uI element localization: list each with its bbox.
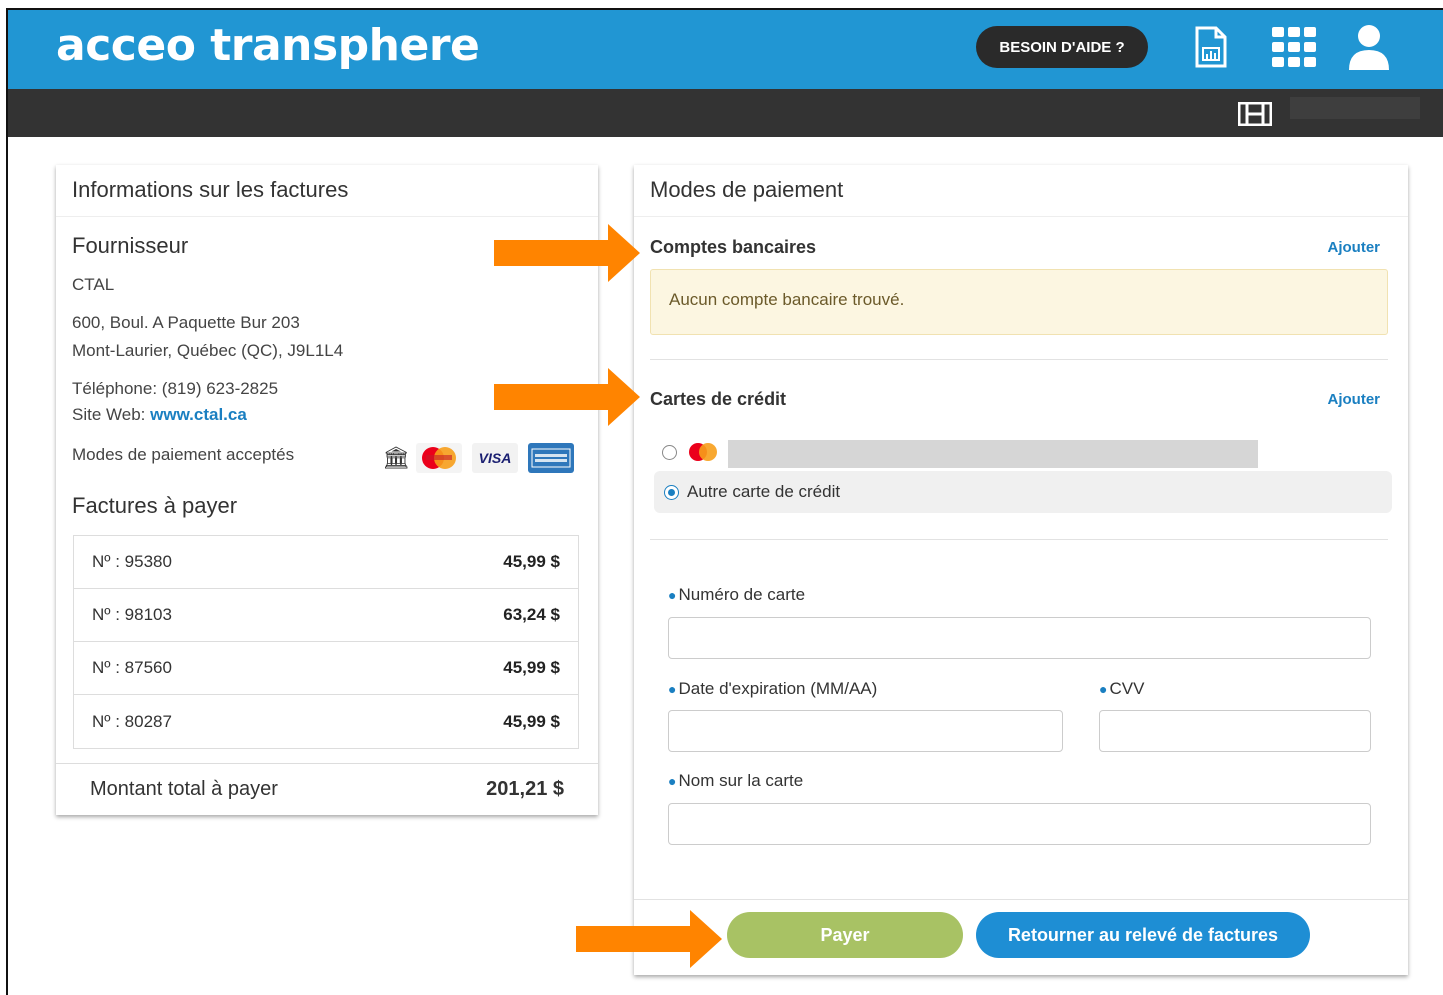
redacted-area [1290, 97, 1420, 119]
credit-cards-heading: Cartes de crédit [650, 389, 787, 409]
other-card-option[interactable]: Autre carte de crédit [654, 471, 1392, 513]
mastercard-icon [416, 443, 462, 473]
arrow-right-icon [576, 910, 722, 968]
divider [650, 539, 1388, 540]
invoice-row: Nº : 80287 45,99 $ [74, 695, 578, 748]
apps-grid-icon[interactable] [1272, 22, 1316, 72]
payment-methods-panel: Modes de paiement Comptes bancaires Ajou… [634, 165, 1408, 975]
card-number-input[interactable] [668, 617, 1371, 659]
bank-accounts-heading: Comptes bancaires [650, 237, 817, 257]
invoice-row: Nº : 87560 45,99 $ [74, 642, 578, 695]
add-credit-card-link[interactable]: Ajouter [1328, 391, 1381, 408]
back-to-statement-button[interactable]: Retourner au relevé de factures [976, 912, 1310, 958]
invoice-row: Nº : 95380 45,99 $ [74, 536, 578, 589]
accepted-methods-label: Modes de paiement acceptés [72, 445, 295, 464]
expiry-label: ● Date d'expiration (MM/AA) [668, 679, 878, 698]
bank-icon: 🏛 [382, 445, 410, 470]
saved-card-radio-button[interactable] [662, 445, 677, 460]
address-line1: 600, Boul. A Paquette Bur 203 [72, 313, 300, 332]
invoices-heading: Factures à payer [72, 493, 238, 518]
invoice-amount: 45,99 $ [503, 552, 560, 571]
invoice-number: Nº : 87560 [92, 658, 172, 677]
total-amount: 201,21 $ [486, 778, 564, 800]
card-number-label: ● Numéro de carte [668, 585, 806, 604]
payment-methods-title: Modes de paiement [634, 165, 1408, 217]
film-icon[interactable] [1237, 101, 1273, 131]
no-bank-account-alert: Aucun compte bancaire trouvé. [650, 269, 1388, 335]
total-label: Montant total à payer [90, 778, 278, 800]
divider [634, 899, 1408, 900]
invoice-amount: 45,99 $ [503, 658, 560, 677]
total-row: Montant total à payer 201,21 $ [56, 763, 598, 815]
accepted-methods-icons: 🏛 VISA [382, 443, 574, 473]
saved-card-redacted [728, 440, 1258, 468]
amex-icon [528, 443, 574, 473]
supplier-phone: Téléphone: (819) 623-2825 [72, 379, 279, 398]
cvv-label: ● CVV [1099, 679, 1145, 698]
supplier-heading: Fournisseur [72, 233, 189, 258]
expiry-input[interactable] [668, 710, 1063, 752]
website-label: Site Web: [72, 405, 146, 424]
supplier-name: CTAL [72, 275, 115, 294]
secondary-bar [8, 89, 1443, 137]
arrow-right-icon [494, 368, 640, 426]
logo[interactable]: acceo transphere [56, 20, 480, 71]
add-bank-account-link[interactable]: Ajouter [1328, 239, 1381, 256]
invoice-number: Nº : 80287 [92, 711, 172, 731]
svg-text:VISA: VISA [479, 450, 512, 466]
invoice-row: Nº : 98103 63,24 $ [74, 589, 578, 642]
invoice-amount: 45,99 $ [503, 711, 560, 731]
invoice-info-title: Informations sur les factures [56, 165, 598, 217]
name-on-card-input[interactable] [668, 803, 1371, 845]
website-link[interactable]: www.ctal.ca [150, 405, 247, 424]
invoice-number: Nº : 98103 [92, 605, 172, 624]
address-line2: Mont-Laurier, Québec (QC), J9L1L4 [72, 341, 344, 360]
top-bar: acceo transphere BESOIN D'AIDE ? [8, 10, 1443, 89]
name-on-card-label: ● Nom sur la carte [668, 771, 804, 790]
visa-icon: VISA [472, 443, 518, 473]
arrow-right-icon [494, 224, 640, 282]
report-document-icon[interactable] [1194, 22, 1228, 72]
cvv-input[interactable] [1099, 710, 1371, 752]
invoice-number: Nº : 95380 [92, 552, 172, 571]
pay-button[interactable]: Payer [727, 912, 963, 958]
page-frame: acceo transphere BESOIN D'AIDE ? Informa… [6, 8, 1443, 995]
invoice-list: Nº : 95380 45,99 $ Nº : 98103 63,24 $ Nº… [73, 535, 579, 749]
other-card-radio-button[interactable] [664, 484, 679, 500]
user-account-icon[interactable] [1348, 22, 1390, 72]
help-button[interactable]: BESOIN D'AIDE ? [976, 26, 1148, 68]
saved-card-radio[interactable] [662, 445, 677, 465]
saved-card-mastercard-icon [686, 441, 720, 468]
other-card-label: Autre carte de crédit [687, 482, 841, 501]
website-row: Site Web: www.ctal.ca [72, 405, 247, 425]
invoice-amount: 63,24 $ [503, 605, 560, 624]
divider [650, 359, 1388, 360]
